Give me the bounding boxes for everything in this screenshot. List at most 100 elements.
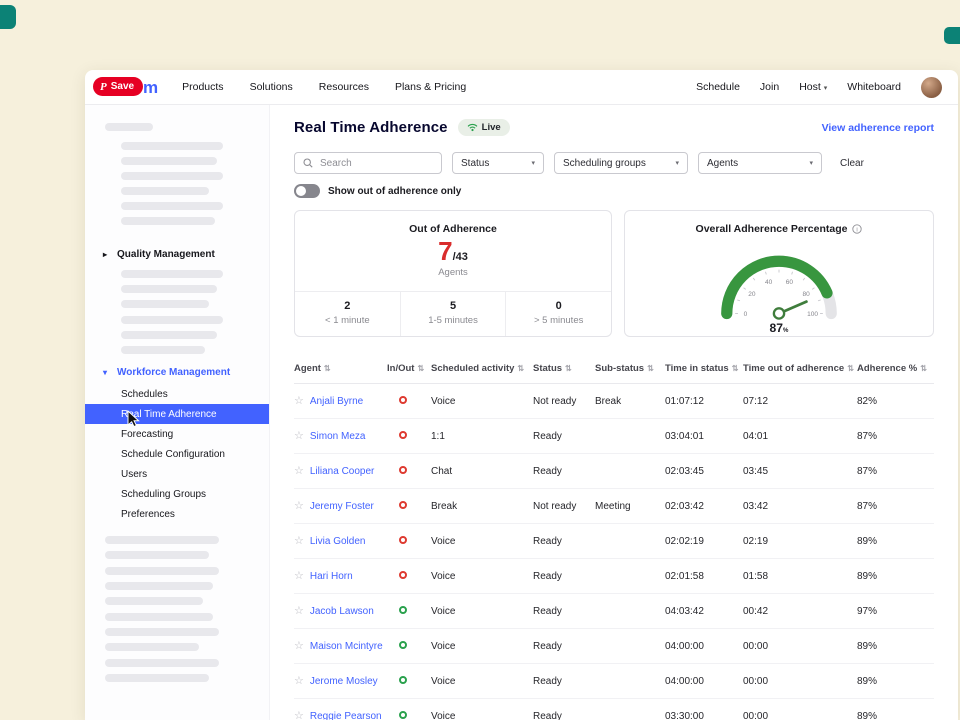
agent-link[interactable]: Liliana Cooper [310,466,375,477]
column-header-scheduled-activity[interactable]: Scheduled activity⇅ [431,363,533,374]
agent-link[interactable]: Jacob Lawson [310,606,374,617]
pinterest-save-button[interactable]: P Save [93,77,143,96]
star-icon[interactable]: ☆ [294,466,304,477]
inout-cell [387,676,431,687]
nav-item-plans-pricing[interactable]: Plans & Pricing [395,81,466,93]
agent-link[interactable]: Reggie Pearson [310,711,382,720]
star-icon[interactable]: ☆ [294,711,304,720]
out-of-adherence-dot [399,396,407,404]
nav-item-solutions[interactable]: Solutions [250,81,293,93]
ooa-stat-value: 5 [401,300,506,312]
inout-cell [387,431,431,442]
search-input[interactable] [318,157,433,170]
chevron-down-icon: ▾ [531,159,535,167]
star-icon[interactable]: ☆ [294,431,304,442]
sidebar-item-preferences[interactable]: Preferences [85,504,269,524]
agents-unit-label: Agents [295,267,611,278]
agent-link[interactable]: Anjali Byrne [310,396,363,407]
status-cell: Ready [533,676,595,687]
page-title: Real Time Adherence [294,119,448,136]
nav-item-products[interactable]: Products [182,81,223,93]
out-of-adherence-dot [399,431,407,439]
star-icon[interactable]: ☆ [294,676,304,687]
nav-item-resources[interactable]: Resources [319,81,369,93]
status-dropdown-label: Status [461,158,489,169]
info-icon[interactable]: i [852,224,862,234]
ooa-stat-5-minutes: 0> 5 minutes [505,292,611,336]
time-in-status-cell: 04:03:42 [665,606,743,617]
page-header: Real Time Adherence Live View adherence … [294,119,934,136]
nav-item-join[interactable]: Join [760,81,779,93]
clear-filters-button[interactable]: Clear [840,158,864,169]
in-adherence-dot [399,676,407,684]
skeleton-bar [105,628,219,636]
view-adherence-report-link[interactable]: View adherence report [822,122,934,134]
adherence-cell: 87% [857,466,934,477]
column-header-sub-status[interactable]: Sub-status⇅ [595,363,665,374]
agent-link[interactable]: Maison Mcintyre [310,641,383,652]
agent-link[interactable]: Jeremy Foster [310,501,374,512]
column-label: Adherence % [857,363,917,374]
ooa-stat-value: 2 [295,300,400,312]
filter-bar: Status ▾ Scheduling groups ▾ Agents ▾ Cl… [294,152,934,174]
agents-dropdown[interactable]: Agents ▾ [698,152,822,174]
time-in-status-cell: 03:30:00 [665,711,743,720]
column-header-agent[interactable]: Agent⇅ [294,363,387,374]
table-row: ☆Liliana CooperChatReady02:03:4503:4587% [294,454,934,489]
inout-cell [387,536,431,547]
star-icon[interactable]: ☆ [294,641,304,652]
skeleton-bar [121,316,223,324]
star-icon[interactable]: ☆ [294,571,304,582]
time-out-of-adherence-cell: 03:45 [743,466,857,477]
column-header-time-out-of-adherence[interactable]: Time out of adherence⇅ [743,363,857,374]
sidebar-item-schedule-configuration[interactable]: Schedule Configuration [85,444,269,464]
agent-link[interactable]: Simon Meza [310,431,366,442]
nav-item-schedule[interactable]: Schedule [696,81,740,93]
status-cell: Ready [533,466,595,477]
agent-link[interactable]: Livia Golden [310,536,366,547]
scheduling-groups-dropdown[interactable]: Scheduling groups ▾ [554,152,688,174]
nav-item-host[interactable]: Host▾ [799,81,827,93]
column-header-in-out[interactable]: In/Out⇅ [387,363,431,374]
skeleton-bar [105,582,213,590]
chevron-down-icon: ▾ [824,85,828,92]
column-header-status[interactable]: Status⇅ [533,363,595,374]
scheduled-activity-cell: Voice [431,536,533,547]
sidebar-item-scheduling-groups[interactable]: Scheduling Groups [85,484,269,504]
inout-cell [387,711,431,720]
scheduled-activity-cell: Voice [431,676,533,687]
star-icon[interactable]: ☆ [294,396,304,407]
inout-cell [387,501,431,512]
agent-link[interactable]: Hari Horn [310,571,353,582]
sidebar-item-schedules[interactable]: Schedules [85,384,269,404]
time-in-status-cell: 01:07:12 [665,396,743,407]
status-dropdown[interactable]: Status ▾ [452,152,544,174]
out-of-adherence-card: Out of Adherence 7/43 Agents 2< 1 minute… [294,210,612,337]
overall-adherence-card: Overall Adherence Percentage i 020406080… [624,210,934,337]
agents-dropdown-label: Agents [707,158,738,169]
chevron-down-icon: ▾ [103,369,111,377]
column-header-time-in-status[interactable]: Time in status⇅ [665,363,743,374]
star-icon[interactable]: ☆ [294,536,304,547]
star-icon[interactable]: ☆ [294,606,304,617]
column-header-adherence[interactable]: Adherence %⇅ [857,363,934,374]
chevron-down-icon: ▾ [675,159,679,167]
table-row: ☆Livia GoldenVoiceReady02:02:1902:1989% [294,524,934,559]
table-row: ☆Jerome MosleyVoiceReady04:00:0000:0089% [294,664,934,699]
sidebar: ▸ Quality Management ▾ Workforce Managem… [85,105,270,720]
show-out-of-adherence-toggle[interactable] [294,184,320,198]
agent-link[interactable]: Jerome Mosley [310,676,378,687]
sidebar-section-workforce-management[interactable]: ▾ Workforce Management [85,361,269,384]
sidebar-item-real-time-adherence[interactable]: Real Time Adherence [85,404,269,424]
sort-icon: ⇅ [732,364,739,373]
star-icon[interactable]: ☆ [294,501,304,512]
sidebar-item-forecasting[interactable]: Forecasting [85,424,269,444]
nav-item-whiteboard[interactable]: Whiteboard [847,81,901,93]
time-in-status-cell: 04:00:00 [665,676,743,687]
sidebar-item-users[interactable]: Users [85,464,269,484]
user-avatar[interactable] [921,77,942,98]
agent-cell: ☆ Jeremy Foster [294,501,387,512]
table-row: ☆Simon Meza1:1Ready03:04:0104:0187% [294,419,934,454]
sidebar-section-quality-management[interactable]: ▸ Quality Management [85,243,269,266]
miro-logo[interactable]: m [143,79,158,96]
